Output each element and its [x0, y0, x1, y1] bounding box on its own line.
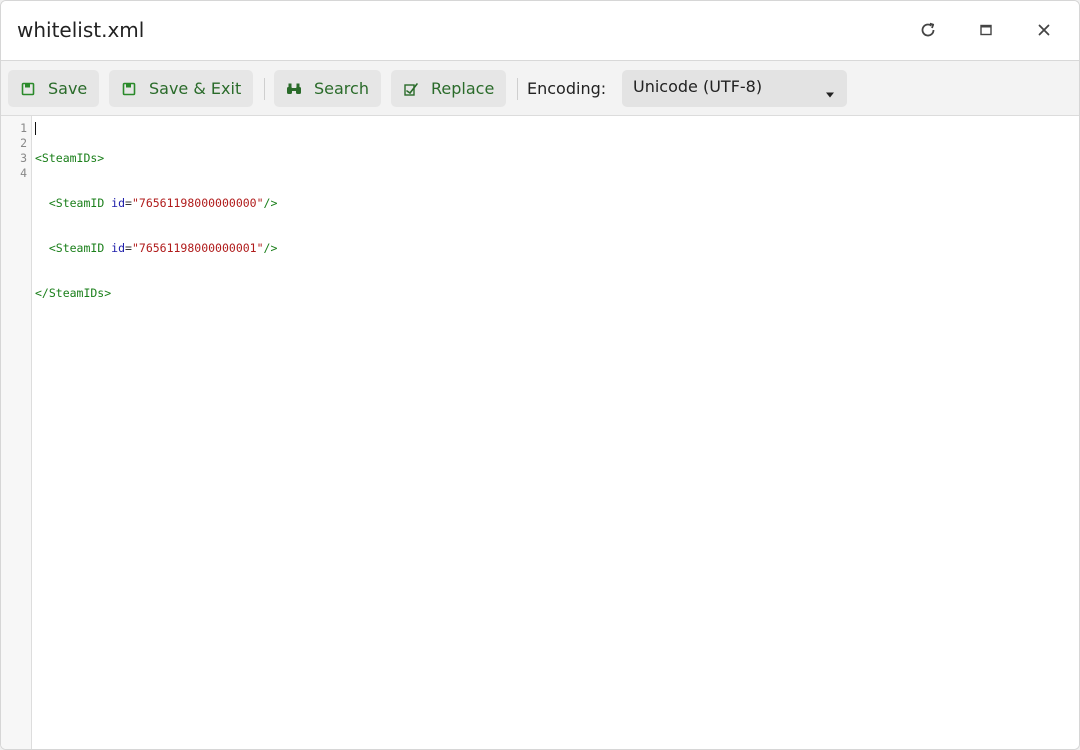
code-line: <SteamIDs> — [35, 151, 105, 165]
encoding-select[interactable]: Unicode (UTF-8) — [622, 70, 847, 107]
replace-button[interactable]: Replace — [391, 70, 506, 107]
line-number-gutter: 1 2 3 4 — [1, 116, 32, 749]
binoculars-icon — [286, 81, 302, 97]
save-exit-button[interactable]: Save & Exit — [109, 70, 253, 107]
line-number: 2 — [20, 136, 27, 150]
close-icon — [1037, 23, 1051, 37]
dropdown-arrow-icon — [825, 84, 835, 103]
code-editor[interactable]: 1 2 3 4 <SteamIDs> <SteamID id="76561198… — [1, 116, 1079, 749]
code-line: <SteamID id="76561198000000001"/> — [48, 241, 278, 255]
window-title: whitelist.xml — [17, 18, 145, 42]
line-number: 1 — [20, 121, 27, 135]
code-content[interactable]: <SteamIDs> <SteamID id="7656119800000000… — [35, 121, 277, 331]
toolbar: Save Save & Exit Search Replace Encoding… — [1, 61, 1079, 116]
refresh-icon — [919, 21, 937, 39]
close-button[interactable] — [1029, 15, 1059, 45]
encoding-value: Unicode (UTF-8) — [633, 77, 763, 96]
save-label: Save — [48, 79, 88, 98]
save-icon — [121, 81, 137, 97]
search-label: Search — [314, 79, 369, 98]
line-number: 3 — [20, 151, 27, 165]
save-exit-label: Save & Exit — [149, 79, 242, 98]
encoding-label: Encoding: — [527, 79, 607, 98]
text-cursor — [35, 122, 36, 135]
title-bar: whitelist.xml — [1, 1, 1079, 61]
toolbar-divider — [264, 78, 265, 100]
line-number: 4 — [20, 166, 27, 180]
save-icon — [20, 81, 36, 97]
toolbar-divider — [517, 78, 518, 100]
replace-icon — [403, 81, 419, 97]
refresh-button[interactable] — [913, 15, 943, 45]
maximize-button[interactable] — [971, 15, 1001, 45]
maximize-icon — [979, 23, 993, 37]
search-button[interactable]: Search — [274, 70, 381, 107]
replace-label: Replace — [431, 79, 495, 98]
save-button[interactable]: Save — [8, 70, 99, 107]
editor-window: whitelist.xml Save Save & Exit Search Re… — [0, 0, 1080, 750]
code-line: </SteamIDs> — [35, 286, 112, 300]
code-line: <SteamID id="76561198000000000"/> — [48, 196, 278, 210]
